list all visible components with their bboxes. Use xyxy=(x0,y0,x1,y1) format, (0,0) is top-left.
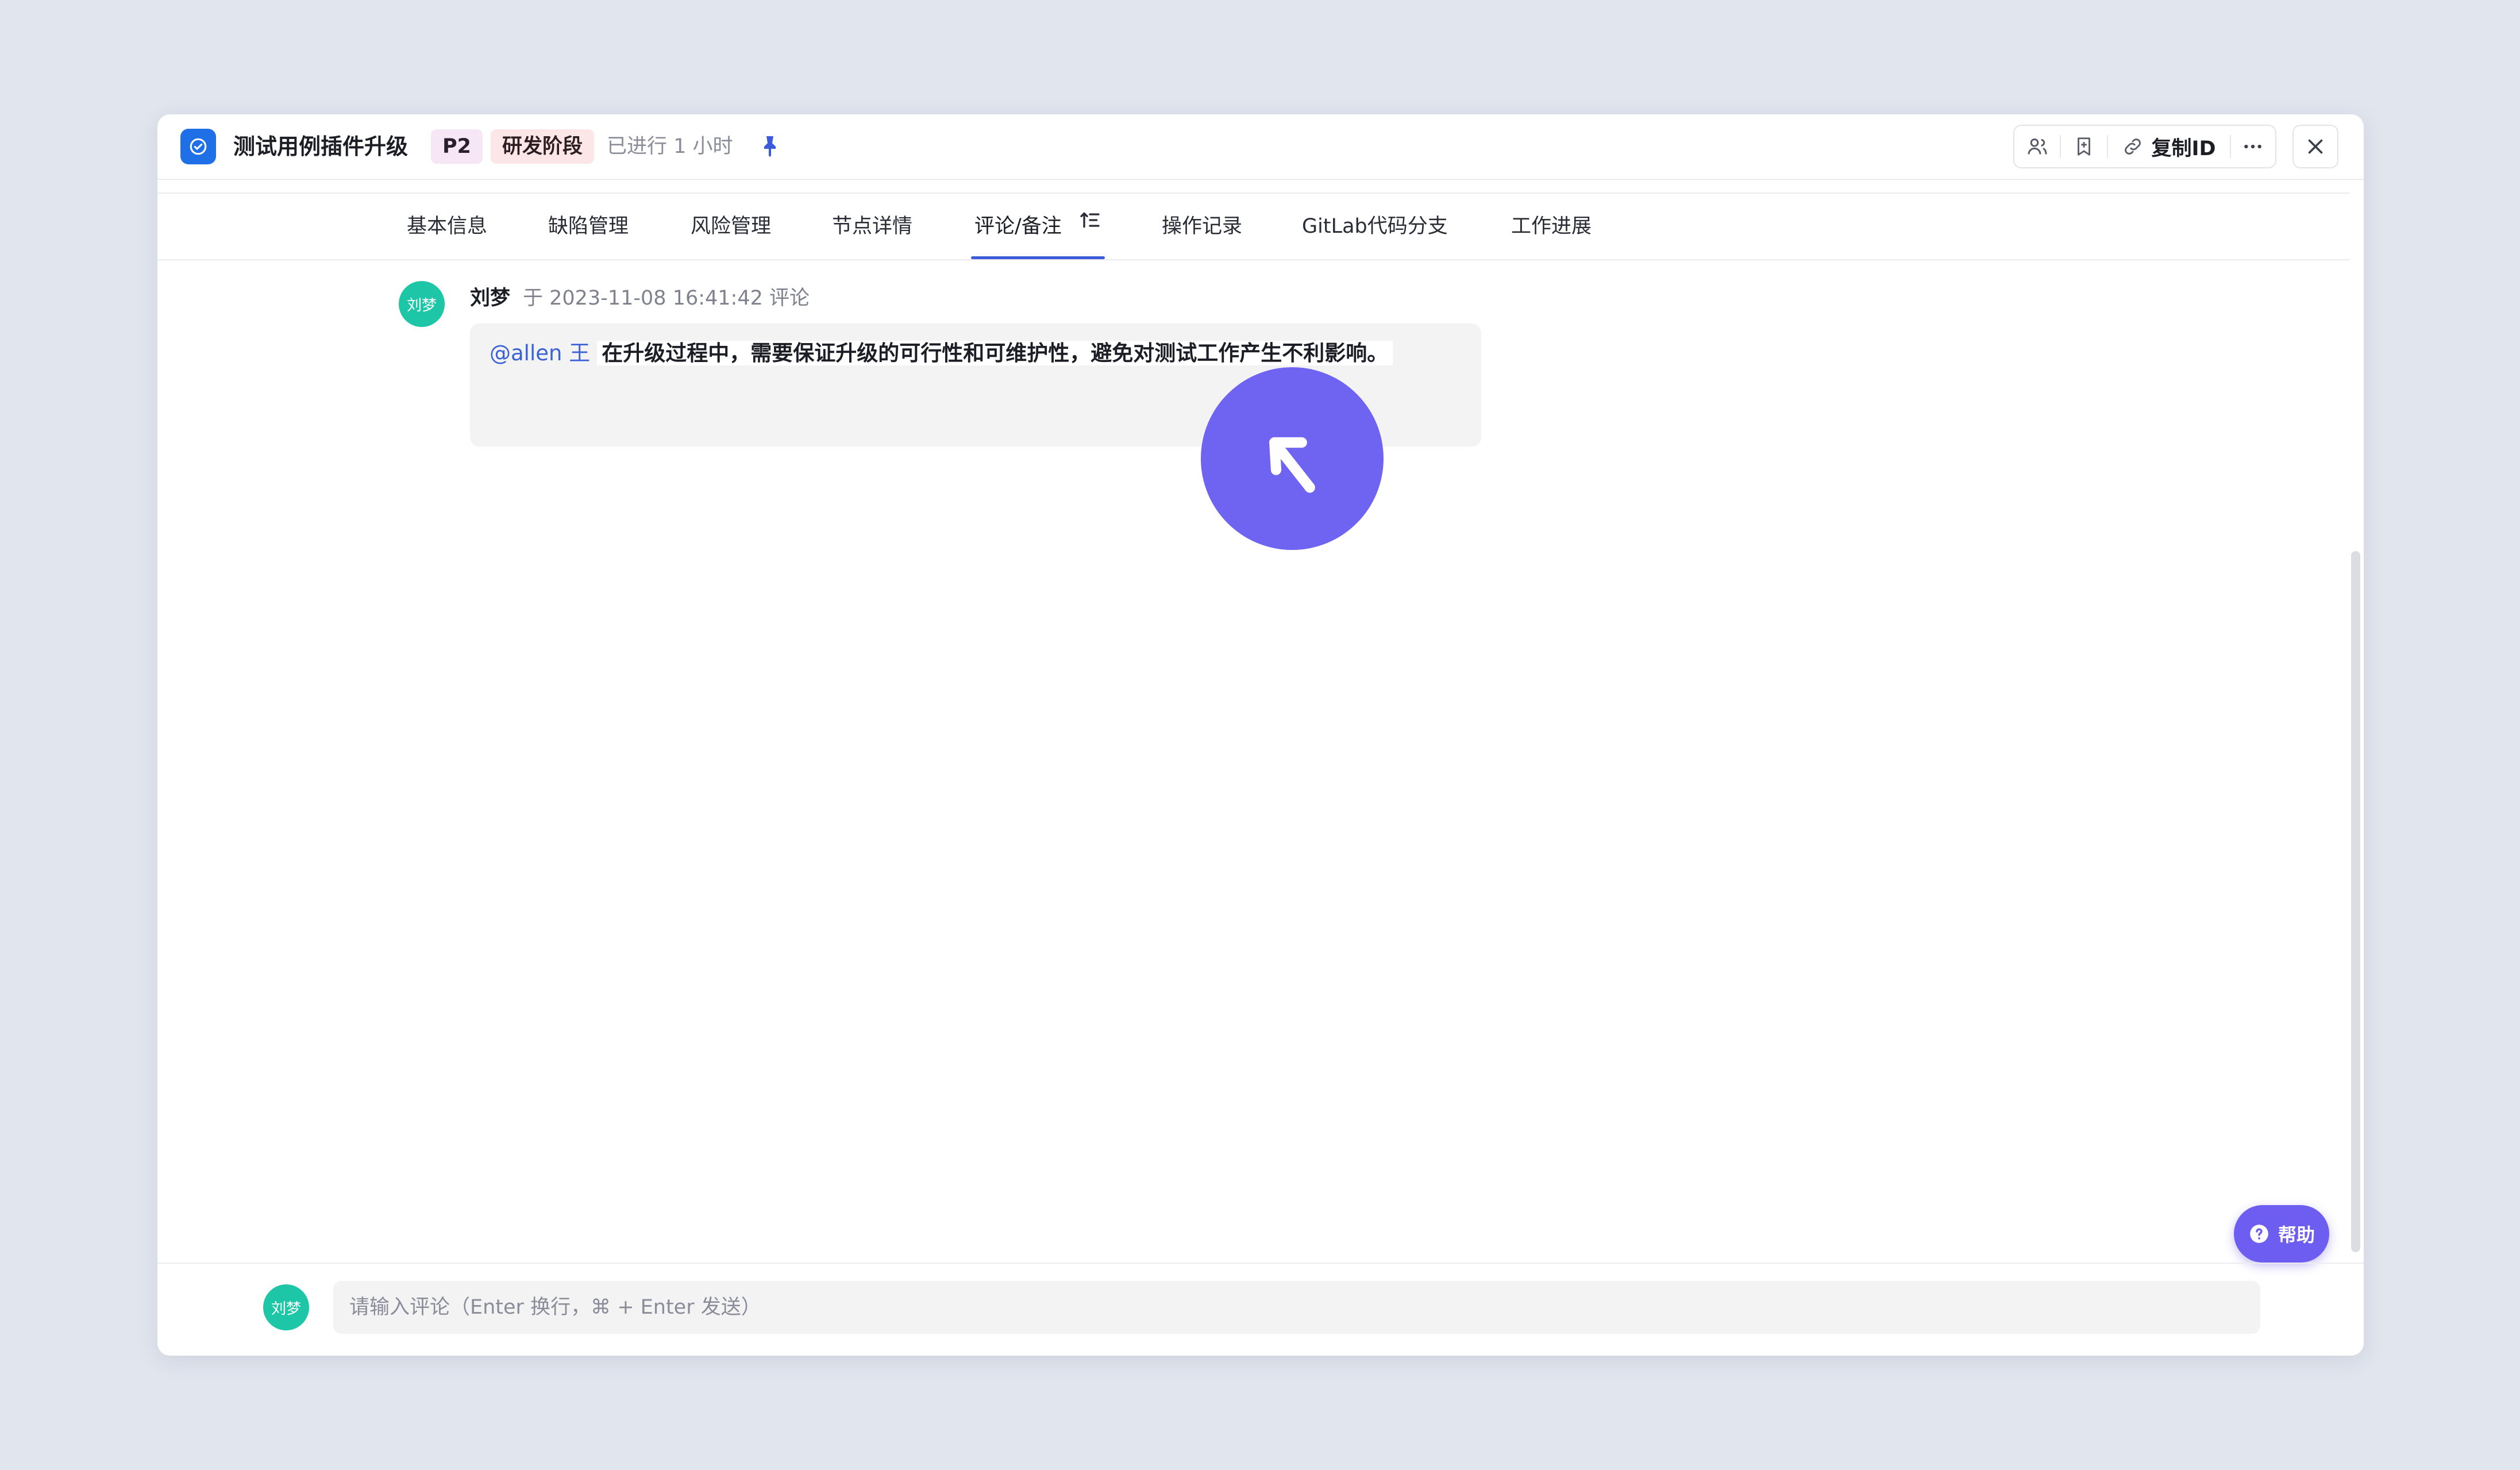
link-icon xyxy=(2124,138,2141,155)
scrollbar[interactable] xyxy=(2351,551,2360,1252)
copy-id-label: 复制ID xyxy=(2151,137,2216,160)
tab-defect-management[interactable]: 缺陷管理 xyxy=(548,194,629,259)
tab-comments[interactable]: 评论/备注 xyxy=(971,193,1105,259)
header: 测试用例插件升级 P2 研发阶段 已进行 1 小时 复制ID xyxy=(157,114,2364,180)
stage-badge[interactable]: 研发阶段 xyxy=(491,129,595,164)
comment-text: @allen 王在升级过程中，需要保证升级的可行性和可维护性，避免对测试工作产生… xyxy=(490,335,1393,372)
header-toolbar: 复制ID xyxy=(2013,125,2276,168)
comment-body: 在升级过程中，需要保证升级的可行性和可维护性，避免对测试工作产生不利影响。 xyxy=(597,341,1393,365)
task-title: 测试用例插件升级 xyxy=(233,134,409,159)
tab-work-progress[interactable]: 工作进展 xyxy=(1511,194,1592,259)
comment-author: 刘梦 xyxy=(470,287,511,310)
comment-composer: 刘梦 xyxy=(157,1263,2364,1356)
cursor-highlight xyxy=(1201,367,1384,550)
comment-input[interactable] xyxy=(333,1281,2260,1334)
task-detail-window: 测试用例插件升级 P2 研发阶段 已进行 1 小时 复制ID 基本信息 缺陷管理… xyxy=(157,114,2364,1356)
tab-risk-management[interactable]: 风险管理 xyxy=(691,194,771,259)
active-tab-indicator xyxy=(971,256,1105,259)
bookmark-icon xyxy=(2078,137,2090,156)
close-icon xyxy=(2308,139,2323,154)
help-button[interactable]: 帮助 xyxy=(2234,1205,2329,1263)
help-label: 帮助 xyxy=(2278,1224,2315,1246)
check-circle-icon xyxy=(180,129,216,164)
pin-icon[interactable] xyxy=(756,133,784,160)
user-group-icon xyxy=(2028,138,2047,155)
sort-icon[interactable] xyxy=(1078,193,1101,258)
tab-gitlab-branch[interactable]: GitLab代码分支 xyxy=(1302,194,1448,259)
copy-id-button[interactable]: 复制ID xyxy=(2108,126,2230,167)
question-icon xyxy=(2250,1225,2268,1243)
tab-node-details[interactable]: 节点详情 xyxy=(832,194,912,259)
avatar: 刘梦 xyxy=(263,1284,309,1330)
tab-operation-log[interactable]: 操作记录 xyxy=(1162,194,1242,259)
close-button[interactable] xyxy=(2292,125,2338,168)
priority-badge[interactable]: P2 xyxy=(431,129,483,164)
avatar: 刘梦 xyxy=(399,281,445,327)
bookmark-button[interactable] xyxy=(2061,126,2106,167)
cursor-arrow-icon xyxy=(1269,437,1315,493)
tab-basic-info[interactable]: 基本信息 xyxy=(407,194,487,259)
more-button[interactable] xyxy=(2231,126,2275,167)
mention-link[interactable]: @allen 王 xyxy=(490,341,590,365)
duration-text: 已进行 1 小时 xyxy=(607,135,733,158)
comment-time: 于 2023-11-08 16:41:42 评论 xyxy=(523,287,810,310)
member-button[interactable] xyxy=(2014,126,2060,167)
comment-meta: 刘梦于 2023-11-08 16:41:42 评论 xyxy=(470,281,810,315)
tab-bar: 基本信息 缺陷管理 风险管理 节点详情 评论/备注 操作记录 GitLab代码分… xyxy=(157,194,2350,260)
more-icon xyxy=(2244,144,2262,149)
